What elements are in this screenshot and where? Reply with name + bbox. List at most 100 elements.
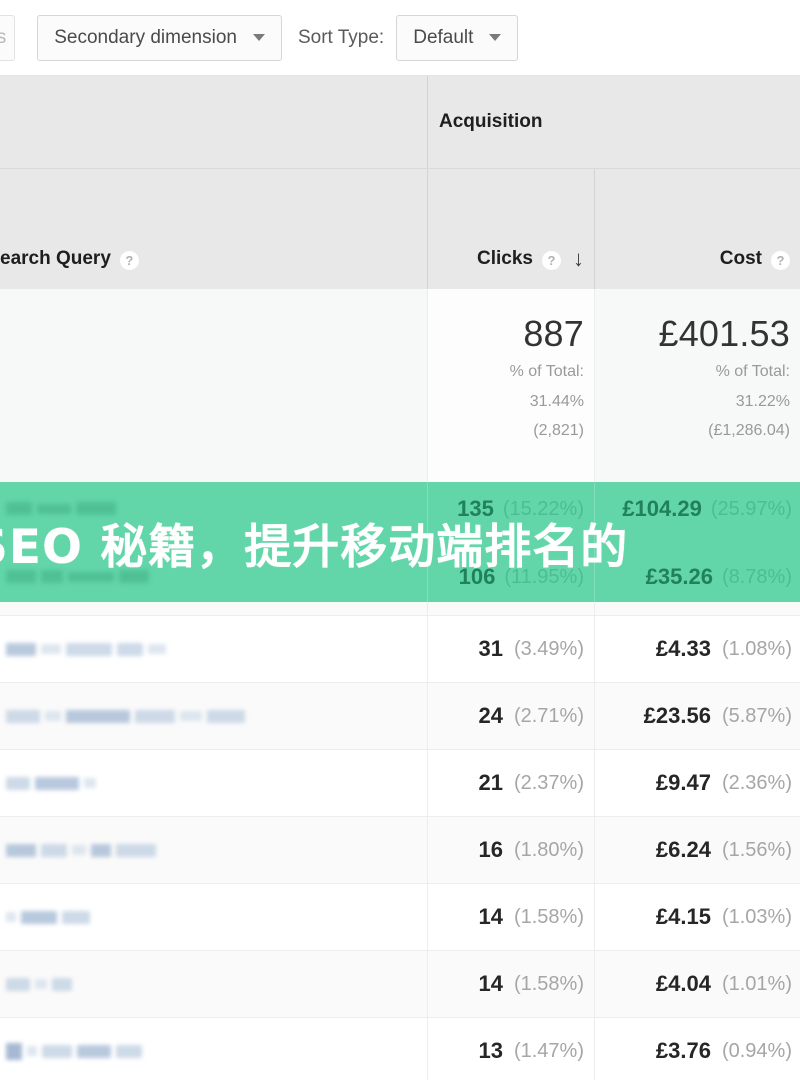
summary-cell-dimension bbox=[0, 289, 427, 482]
table-column-header-row: earch Query ? Clicks ? ↓ Cost ? bbox=[0, 168, 800, 290]
row-cost-value: £4.04 bbox=[655, 971, 711, 996]
row-cost-cell: £6.24 (1.56%) bbox=[594, 817, 800, 883]
redacted-query-text bbox=[6, 843, 156, 857]
summary-clicks-value: 887 bbox=[523, 313, 584, 354]
summary-cost-value: £401.53 bbox=[658, 313, 790, 354]
analytics-report-screen: ws Secondary dimension Sort Type: Defaul… bbox=[0, 0, 800, 1080]
obscured-cost-pct: (25.97%) bbox=[710, 497, 792, 520]
row-clicks-pct: (3.49%) bbox=[513, 637, 584, 660]
obscured-cost-pct: (8.78%) bbox=[721, 565, 792, 588]
table-row[interactable]: 16 (1.80%) £6.24 (1.56%) bbox=[0, 817, 800, 884]
row-query-cell[interactable] bbox=[0, 750, 427, 816]
report-toolbar: ws Secondary dimension Sort Type: Defaul… bbox=[0, 0, 800, 76]
redacted-query-text bbox=[6, 776, 96, 790]
promo-banner-text: SEO 秘籍，提升移动端排名的 bbox=[0, 519, 629, 575]
row-cost-pct: (2.36%) bbox=[721, 771, 792, 794]
row-clicks-pct: (1.47%) bbox=[513, 1039, 584, 1062]
row-clicks-cell: 13 (1.47%) bbox=[427, 1018, 594, 1080]
table-summary-row: 887 % of Total: 31.44% (2,821) £401.53 %… bbox=[0, 289, 800, 482]
row-cost-cell: £9.47 (2.36%) bbox=[594, 750, 800, 816]
table-row[interactable]: 31 (3.49%) £4.33 (1.08%) bbox=[0, 616, 800, 683]
row-cost-value: £4.15 bbox=[655, 904, 711, 929]
row-clicks-value: 14 bbox=[478, 971, 503, 996]
row-clicks-pct: (1.80%) bbox=[513, 838, 584, 861]
banner-column-divider bbox=[427, 482, 428, 602]
summary-cost-of-total-abs: (£1,286.04) bbox=[708, 421, 790, 439]
row-cost-cell: £4.33 (1.08%) bbox=[594, 616, 800, 682]
row-cost-value: £9.47 bbox=[655, 770, 711, 795]
row-cost-pct: (5.87%) bbox=[721, 704, 792, 727]
row-cost-cell: £3.76 (0.94%) bbox=[594, 1018, 800, 1080]
rows-per-page-chip[interactable]: ws bbox=[0, 14, 16, 61]
row-cost-value: £4.33 bbox=[655, 636, 711, 661]
row-clicks-cell: 21 (2.37%) bbox=[427, 750, 594, 816]
banner-column-divider bbox=[594, 482, 595, 602]
summary-cell-cost: £401.53 % of Total: 31.22% (£1,286.04) bbox=[594, 289, 800, 482]
secondary-dimension-label: Secondary dimension bbox=[54, 26, 237, 48]
row-clicks-cell: 24 (2.71%) bbox=[427, 683, 594, 749]
table-row[interactable]: 24 (2.71%) £23.56 (5.87%) bbox=[0, 683, 800, 750]
row-clicks-value: 24 bbox=[478, 703, 503, 728]
row-cost-value: £6.24 bbox=[655, 837, 711, 862]
row-clicks-pct: (2.71%) bbox=[513, 704, 584, 727]
column-header-cost-label: Cost bbox=[719, 248, 762, 269]
redacted-query-text bbox=[6, 910, 90, 924]
row-clicks-value: 14 bbox=[478, 904, 503, 929]
row-clicks-value: 16 bbox=[478, 837, 503, 862]
column-header-clicks[interactable]: Clicks ? ↓ bbox=[427, 169, 594, 290]
redacted-query-text bbox=[6, 977, 72, 991]
table-row[interactable]: 14 (1.58%) £4.15 (1.03%) bbox=[0, 884, 800, 951]
summary-clicks-of-total-abs: (2,821) bbox=[533, 421, 584, 439]
summary-clicks-of-total-label: % of Total: bbox=[509, 363, 584, 381]
redacted-query-text bbox=[6, 1042, 142, 1060]
sort-descending-icon[interactable]: ↓ bbox=[573, 248, 584, 270]
group-header-acquisition-label: Acquisition bbox=[439, 111, 543, 132]
sort-type-select[interactable]: Default bbox=[396, 14, 519, 61]
row-cost-value: £3.76 bbox=[655, 1038, 711, 1063]
row-cost-cell: £4.15 (1.03%) bbox=[594, 884, 800, 950]
table-row[interactable]: 13 (1.47%) £3.76 (0.94%) bbox=[0, 1018, 800, 1080]
summary-cost-of-total-label: % of Total: bbox=[715, 363, 790, 381]
row-cost-cell: £4.04 (1.01%) bbox=[594, 951, 800, 1017]
summary-cell-clicks: 887 % of Total: 31.44% (2,821) bbox=[427, 289, 594, 482]
table-row[interactable]: 14 (1.58%) £4.04 (1.01%) bbox=[0, 951, 800, 1018]
help-icon[interactable]: ? bbox=[119, 251, 139, 270]
help-icon[interactable]: ? bbox=[771, 251, 790, 270]
row-clicks-cell: 14 (1.58%) bbox=[427, 951, 594, 1017]
row-cost-cell: £23.56 (5.87%) bbox=[594, 683, 800, 749]
column-header-search-query[interactable]: earch Query ? bbox=[0, 169, 427, 290]
row-clicks-pct: (1.58%) bbox=[513, 905, 584, 928]
redacted-query-text bbox=[6, 642, 166, 656]
row-clicks-cell: 14 (1.58%) bbox=[427, 884, 594, 950]
table-row[interactable]: 21 (2.37%) £9.47 (2.36%) bbox=[0, 750, 800, 817]
row-query-cell[interactable] bbox=[0, 1018, 427, 1080]
secondary-dimension-button[interactable]: Secondary dimension bbox=[37, 14, 282, 61]
sort-type-label: Sort Type: bbox=[297, 26, 385, 48]
row-cost-pct: (0.94%) bbox=[721, 1039, 792, 1062]
row-query-cell[interactable] bbox=[0, 951, 427, 1017]
help-icon[interactable]: ? bbox=[542, 251, 561, 270]
column-header-cost[interactable]: Cost ? bbox=[594, 169, 800, 290]
row-cost-pct: (1.08%) bbox=[721, 637, 792, 660]
row-clicks-value: 13 bbox=[478, 1038, 503, 1063]
column-header-clicks-label: Clicks bbox=[477, 248, 533, 269]
obscured-cost-value: £104.29 bbox=[622, 496, 702, 521]
row-clicks-pct: (2.37%) bbox=[513, 771, 584, 794]
row-clicks-pct: (1.58%) bbox=[513, 972, 584, 995]
row-clicks-value: 21 bbox=[478, 770, 503, 795]
row-query-cell[interactable] bbox=[0, 616, 427, 682]
group-header-dimension-spacer bbox=[0, 76, 427, 168]
summary-clicks-of-total-pct: 31.44% bbox=[529, 392, 584, 410]
chevron-down-icon bbox=[252, 34, 265, 41]
sort-type-value: Default bbox=[413, 26, 474, 48]
row-cost-pct: (1.56%) bbox=[721, 838, 792, 861]
row-clicks-cell: 31 (3.49%) bbox=[427, 616, 594, 682]
row-cost-value: £23.56 bbox=[643, 703, 711, 728]
obscured-cost-value: £35.26 bbox=[645, 564, 713, 589]
row-query-cell[interactable] bbox=[0, 817, 427, 883]
column-header-search-query-label: earch Query bbox=[0, 248, 111, 269]
row-query-cell[interactable] bbox=[0, 683, 427, 749]
row-clicks-cell: 16 (1.80%) bbox=[427, 817, 594, 883]
summary-cost-of-total-pct: 31.22% bbox=[735, 392, 790, 410]
row-query-cell[interactable] bbox=[0, 884, 427, 950]
